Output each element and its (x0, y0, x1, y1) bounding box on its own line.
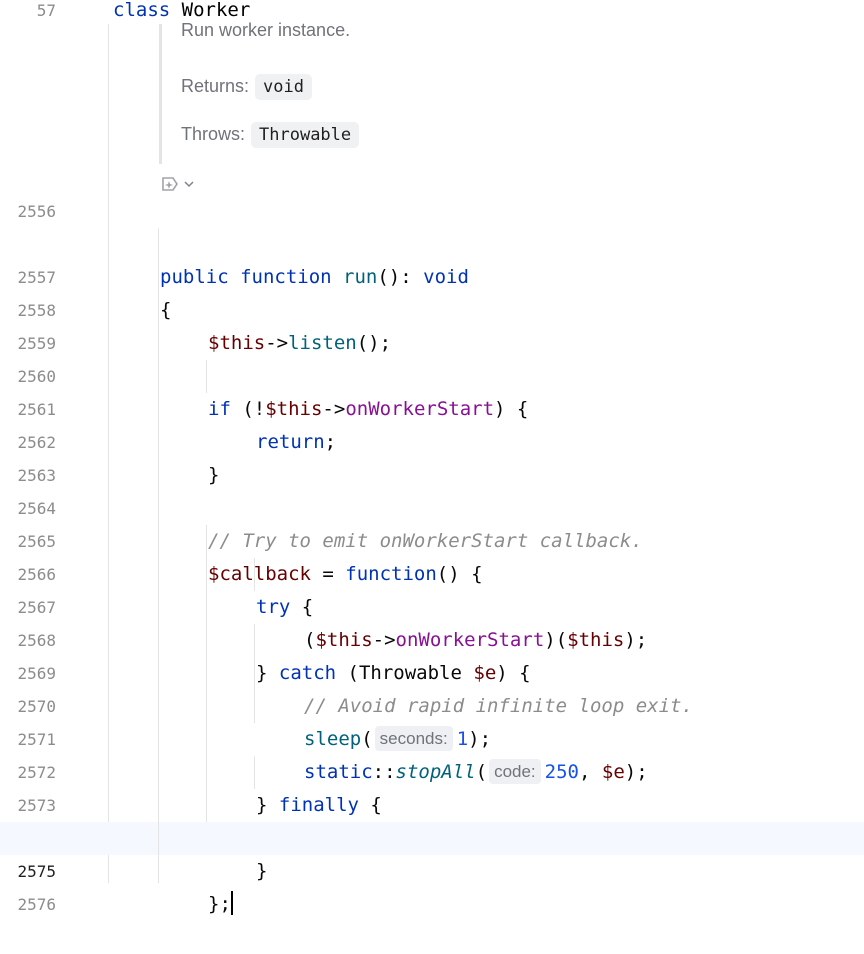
returns-label: Returns: (181, 76, 250, 96)
doc-summary: Run worker instance. (181, 20, 351, 40)
doc-bar (159, 24, 162, 164)
code-line[interactable]: 2568 } catch (Throwable $e) { (0, 591, 864, 684)
ai-sparkle-icon (162, 177, 194, 191)
method-indent-guide (158, 228, 159, 883)
closure-indent-guide (206, 525, 207, 822)
line-number: 2556 (17, 202, 56, 221)
throws-label: Throws: (181, 124, 246, 144)
doc-returns: Returns: void (181, 74, 312, 100)
class-name: Worker (181, 0, 251, 21)
code-line[interactable]: 2559 (0, 294, 864, 353)
code-line[interactable]: 2558 $this->listen(); (0, 261, 864, 354)
code-line[interactable]: 2567 ($this->onWorkerStart)($this); (0, 558, 864, 651)
code-line[interactable]: 2562 } (0, 393, 864, 486)
code-line[interactable]: 2569 // Avoid rapid infinite loop exit. (0, 624, 864, 717)
code-line[interactable]: 2561 return; (0, 360, 864, 453)
text-cursor (230, 891, 233, 915)
code-line[interactable]: 2573 Context::destroy(); (0, 756, 864, 849)
code-line[interactable]: 2576 (0, 855, 864, 914)
code-line[interactable]: 2557 { (0, 228, 864, 321)
rendered-doc-comment: Run worker instance. Returns: void Throws… (159, 20, 859, 164)
class-keyword: class (113, 0, 171, 21)
throws-type: Throwable (251, 122, 360, 148)
code-line[interactable]: 2572 } finally { (0, 723, 864, 816)
chevron-down-icon (184, 181, 194, 188)
doc-throws: Throws: Throwable (181, 122, 360, 148)
sticky-header[interactable]: 57 class Worker (0, 0, 864, 22)
code-line[interactable]: 2556 public function run(): void (0, 195, 864, 288)
line-number: 2576 (17, 895, 56, 914)
code-line[interactable]: 2571 static::stopAll(code: 250, $e); (0, 690, 864, 784)
code-line-current[interactable]: 2575 }; (0, 822, 864, 915)
code-line[interactable]: 2565 $callback = function() { (0, 492, 864, 585)
code-line[interactable]: 2560 if (!$this->onWorkerStart) { (0, 327, 864, 420)
code-line[interactable]: 2566 try { (0, 525, 864, 618)
sticky-line-number: 57 (36, 1, 56, 20)
ai-assistant-toggle[interactable] (160, 174, 200, 194)
try-indent-guide (254, 558, 255, 591)
if-indent-guide (206, 360, 207, 393)
code-line[interactable]: 2563 (0, 426, 864, 485)
finally-indent-guide (254, 756, 255, 789)
catch-indent-guide (254, 624, 255, 723)
code-line[interactable]: 2564 // Try to emit onWorkerStart callba… (0, 459, 864, 552)
code-line[interactable]: 2570 sleep(seconds: 1); (0, 657, 864, 751)
returns-type: void (255, 74, 312, 100)
code-line[interactable]: 2574 } (0, 789, 864, 882)
